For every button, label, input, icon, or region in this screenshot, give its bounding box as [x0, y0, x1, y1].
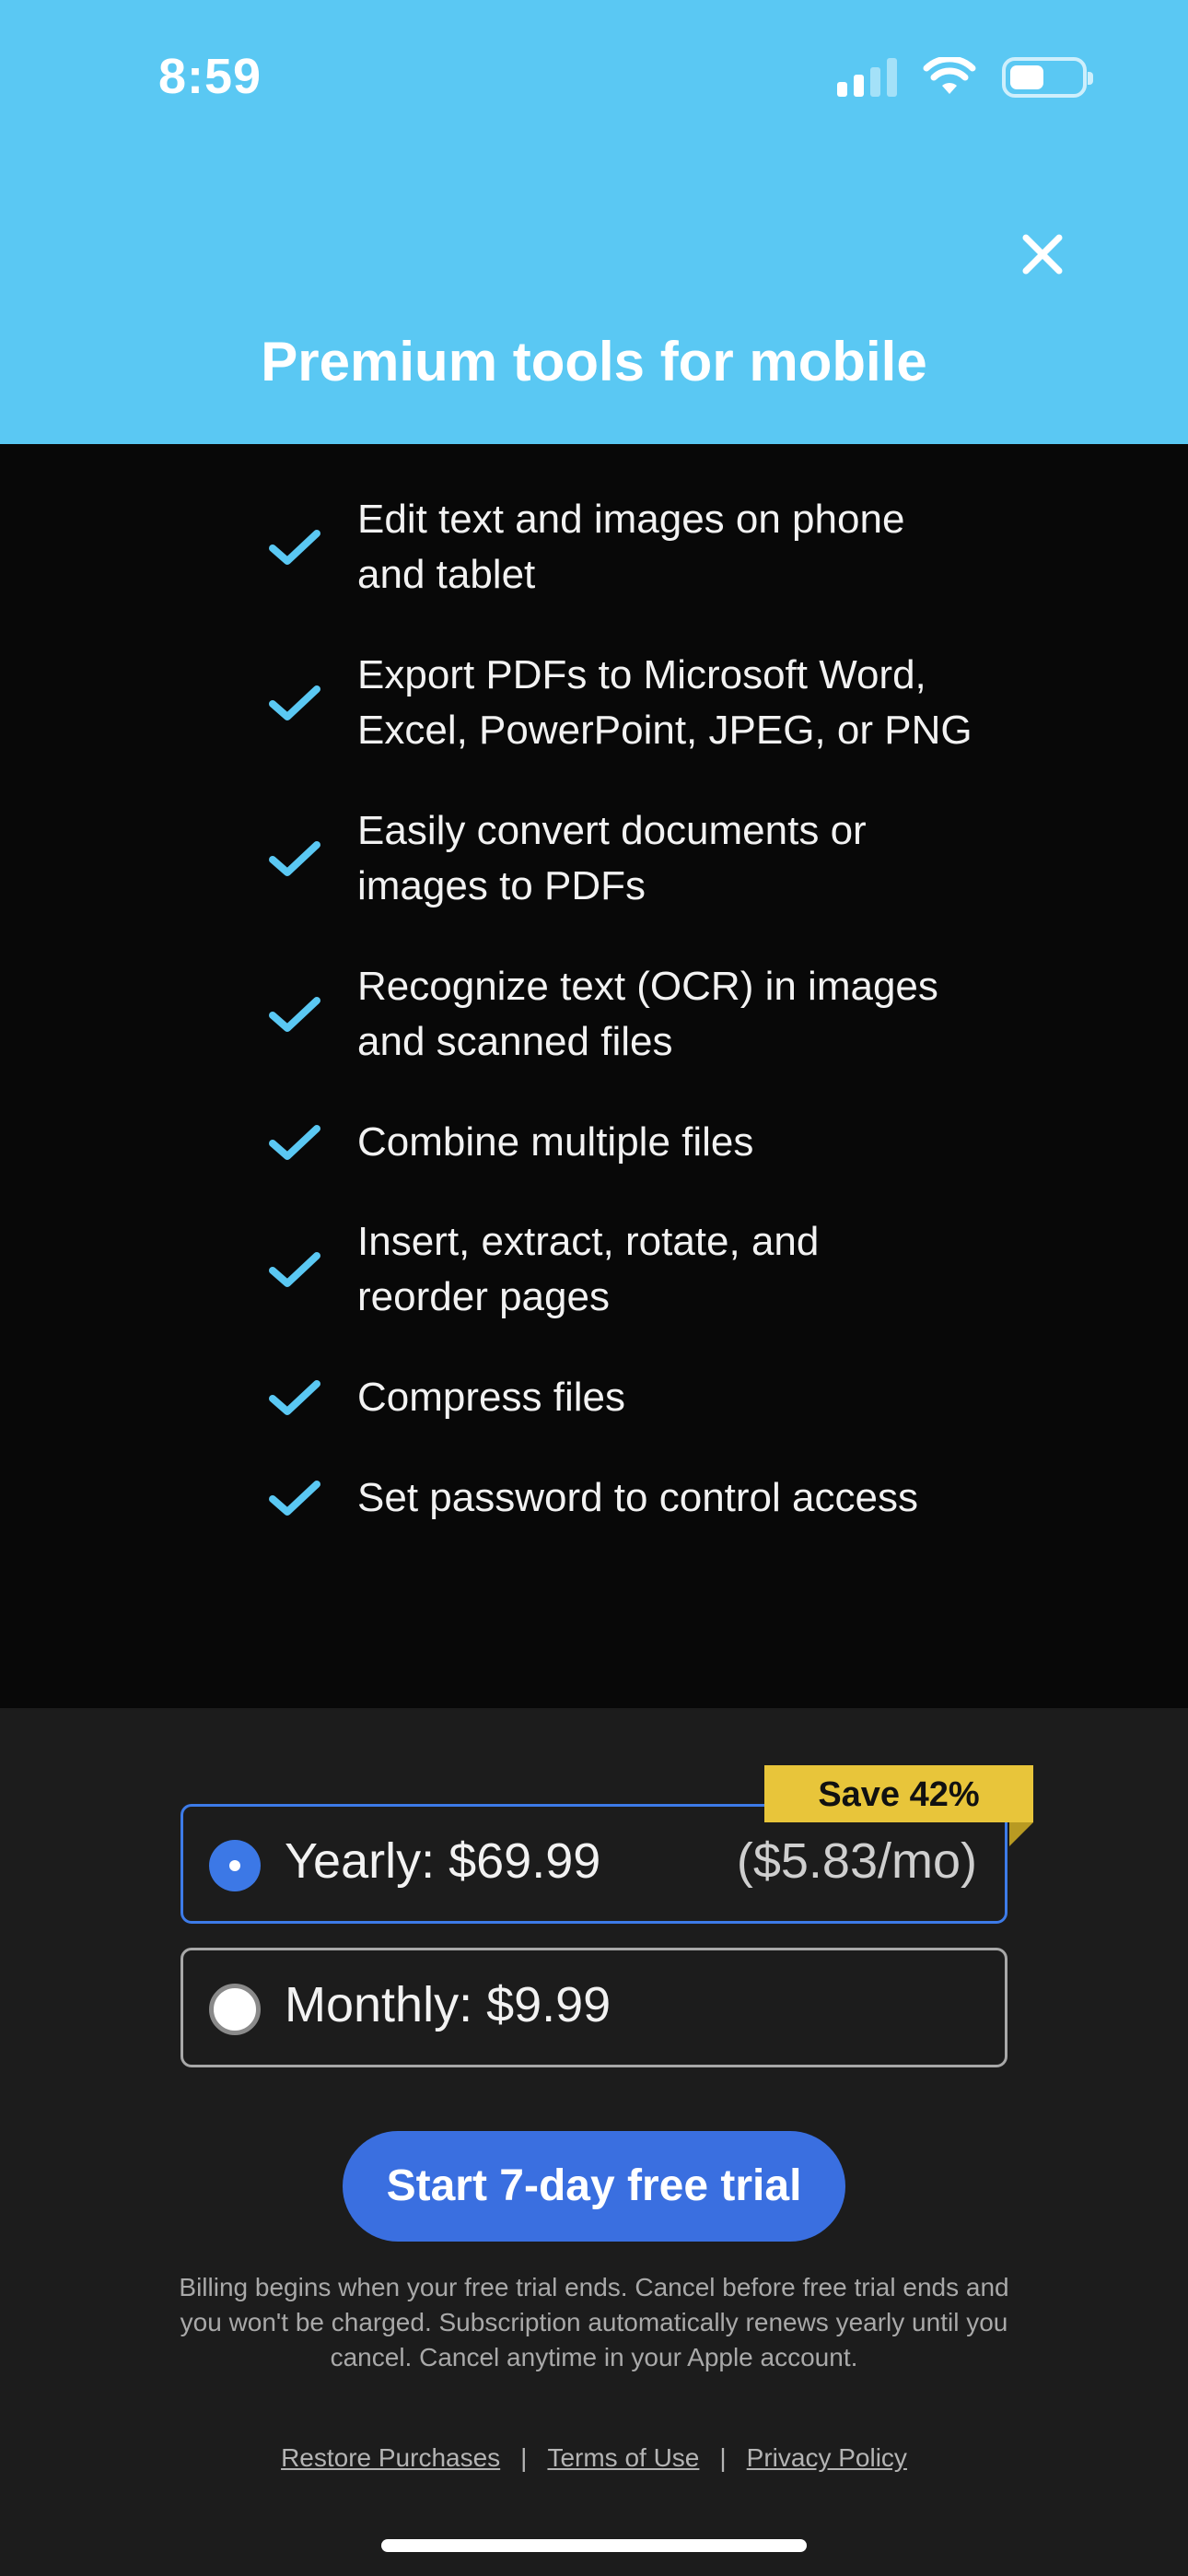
close-icon[interactable] [1013, 225, 1072, 284]
feature-item: Insert, extract, rotate, and reorder page… [267, 1214, 985, 1325]
feature-item: Compress files [267, 1370, 985, 1425]
restore-purchases-link[interactable]: Restore Purchases [281, 2443, 500, 2473]
feature-list: Edit text and images on phone and tablet … [0, 444, 1188, 1708]
start-trial-button[interactable]: Start 7-day free trial [343, 2131, 845, 2242]
battery-icon [1002, 57, 1093, 98]
feature-text: Export PDFs to Microsoft Word, Excel, Pow… [357, 652, 973, 753]
link-separator: | [719, 2443, 727, 2472]
plan-section: Yearly: $69.99 ($5.83/mo) Save 42% Month… [0, 1708, 1188, 2576]
feature-item: Export PDFs to Microsoft Word, Excel, Pow… [267, 648, 985, 758]
plan-yearly-label: Yearly: $69.99 [285, 1833, 601, 1889]
check-icon [269, 685, 320, 720]
check-icon [269, 997, 320, 1032]
privacy-policy-link[interactable]: Privacy Policy [747, 2443, 907, 2473]
save-badge: Save 42% [764, 1765, 1033, 1822]
check-icon [269, 1125, 320, 1160]
feature-text: Insert, extract, rotate, and reorder page… [357, 1219, 820, 1319]
check-icon [269, 530, 320, 565]
save-badge-fold [1009, 1822, 1033, 1846]
status-time: 8:59 [158, 49, 262, 104]
check-icon [269, 1380, 320, 1415]
feature-item: Recognize text (OCR) in images and scanne… [267, 959, 985, 1070]
feature-item: Combine multiple files [267, 1115, 985, 1170]
feature-item: Edit text and images on phone and tablet [267, 492, 985, 603]
footer-links: Restore Purchases | Terms of Use | Priva… [0, 2443, 1188, 2473]
header: 8:59 Premium tools for mobile [0, 0, 1188, 444]
feature-item: Easily convert documents or images to PDF… [267, 803, 985, 914]
signal-icon [837, 58, 897, 97]
plan-yearly-monthly-price: ($5.83/mo) [736, 1833, 977, 1889]
status-icons [837, 57, 1093, 98]
check-icon [269, 1481, 320, 1516]
feature-item: Set password to control access [267, 1470, 985, 1526]
feature-text: Easily convert documents or images to PDF… [357, 808, 867, 908]
check-icon [269, 1252, 320, 1287]
plan-option-monthly[interactable]: Monthly: $9.99 [181, 1948, 1007, 2067]
radio-unselected[interactable] [209, 1984, 261, 2035]
feature-text: Edit text and images on phone and tablet [357, 497, 905, 597]
page-title: Premium tools for mobile [261, 331, 927, 392]
wifi-icon [923, 57, 976, 94]
radio-selected[interactable] [209, 1840, 261, 1891]
billing-disclaimer: Billing begins when your free trial ends… [179, 2273, 1009, 2371]
check-icon [269, 841, 320, 876]
plan-monthly-label: Monthly: $9.99 [285, 1977, 611, 2032]
feature-text: Recognize text (OCR) in images and scanne… [357, 964, 938, 1064]
link-separator: | [520, 2443, 528, 2472]
feature-text: Combine multiple files [357, 1119, 754, 1165]
terms-of-use-link[interactable]: Terms of Use [547, 2443, 699, 2473]
feature-text: Set password to control access [357, 1475, 918, 1520]
feature-text: Compress files [357, 1375, 625, 1420]
home-indicator[interactable] [381, 2539, 807, 2552]
